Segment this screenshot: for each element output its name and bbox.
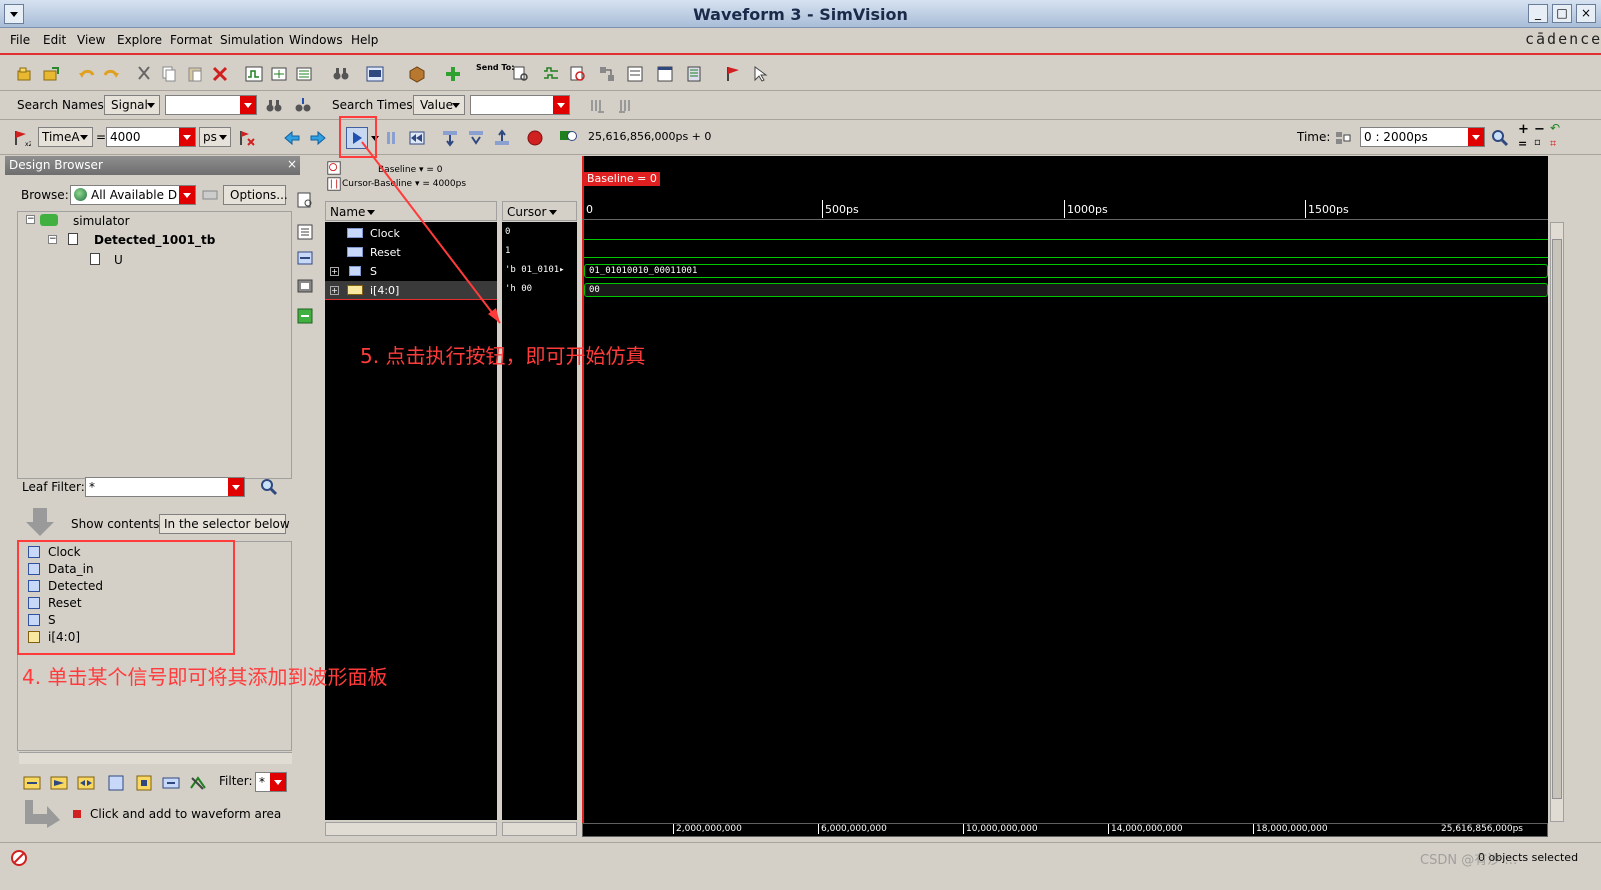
annotation-step4: 4. 单击某个信号即可将其添加到波形面板 bbox=[22, 665, 388, 689]
annotation-arrow bbox=[361, 141, 501, 324]
annotation-step5: 5. 点击执行按钮，即可开始仿真 bbox=[360, 344, 646, 368]
